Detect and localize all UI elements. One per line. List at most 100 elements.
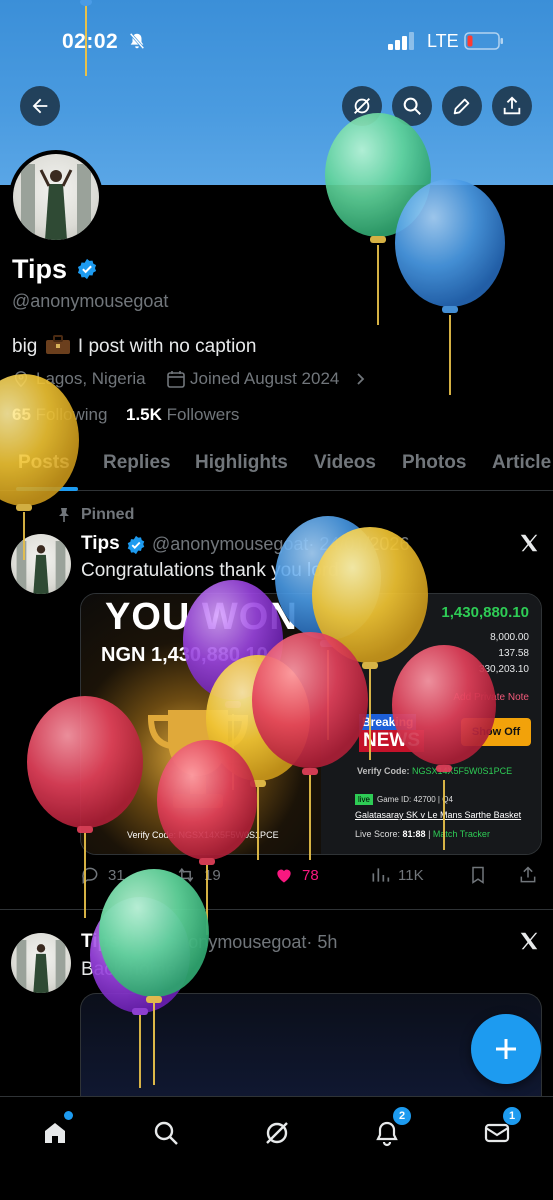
search-icon — [154, 1121, 178, 1145]
private-note-link: Add Private Note — [453, 692, 529, 703]
x-logo-icon[interactable] — [518, 532, 540, 554]
verified-badge-icon — [127, 535, 145, 555]
notifications-badge: 2 — [393, 1107, 411, 1125]
share-icon — [520, 866, 536, 883]
tab-articles[interactable]: Article — [492, 452, 551, 474]
verify-code-right: Verify Code: NGSX14X5F5W0S1PCE — [357, 766, 512, 776]
live-score: Live Score: 81:88 | Match Tracker — [355, 829, 490, 839]
nav-grok[interactable] — [257, 1113, 297, 1153]
reply-icon — [82, 867, 98, 884]
win-banner-image: YOU WON NGN 1,430,880.10 Verify Code: NG… — [81, 594, 321, 854]
pin-icon — [59, 508, 69, 522]
network-type: LTE — [427, 31, 459, 51]
following-link[interactable]: 65 Following — [12, 405, 107, 425]
nav-messages[interactable]: 1 — [477, 1107, 521, 1153]
pencil-icon — [453, 98, 470, 115]
post-timestamp: · 24/01/2026 — [308, 534, 410, 554]
post-handle-text: @anonymousegoat — [152, 534, 309, 554]
tab-videos[interactable]: Videos — [314, 452, 376, 474]
nav-search[interactable] — [146, 1113, 186, 1153]
post-author-handle[interactable]: @anonymousegoat· 5h — [150, 932, 337, 953]
post-text: Back home — [81, 959, 177, 980]
bet-stake: 8,000.00 — [490, 632, 529, 643]
views-chart-icon — [372, 868, 390, 882]
post-divider — [0, 909, 553, 910]
tab-posts[interactable]: Posts — [18, 452, 70, 474]
nav-home[interactable] — [35, 1111, 75, 1153]
bookmark-icon — [472, 866, 484, 884]
match-tracker: Match Tracker — [432, 829, 490, 839]
search-button[interactable] — [392, 86, 432, 126]
chevron-right-icon[interactable] — [355, 372, 367, 386]
news-label: NEWS — [359, 730, 424, 752]
nav-notifications[interactable]: 2 — [367, 1107, 411, 1153]
bet-odds: 137.58 — [498, 648, 529, 659]
post-avatar[interactable] — [11, 933, 71, 993]
repost-icon — [178, 867, 194, 883]
post-avatar[interactable] — [11, 534, 71, 594]
post-text: Congratulations thank you lord — [81, 560, 339, 581]
win-headline: YOU WON — [105, 596, 298, 638]
game-id: Game ID: 42700 | Q4 — [377, 795, 453, 804]
live-score-value: 81:88 — [402, 829, 426, 839]
followers-link[interactable]: 1.5K Followers — [126, 405, 239, 425]
cell-signal-icon — [388, 32, 414, 50]
tab-photos[interactable]: Photos — [402, 452, 466, 474]
bottom-navigation: 2 1 — [0, 1096, 553, 1200]
compose-button[interactable] — [471, 1014, 541, 1084]
reply-button[interactable]: 31 — [80, 862, 125, 888]
followers-count: 1.5K — [126, 405, 162, 424]
bio-text-end: I post with no caption — [77, 336, 257, 357]
like-button[interactable]: 78 — [274, 862, 319, 888]
profile-avatar[interactable] — [9, 150, 103, 244]
silent-mode-icon — [129, 32, 145, 50]
views-count: 11K — [398, 866, 424, 884]
share-icon — [503, 96, 521, 115]
bet-total: 330,203.10 — [478, 664, 529, 675]
back-button[interactable] — [20, 86, 60, 126]
following-count: 65 — [12, 405, 31, 424]
profile-location: Lagos, Nigeria — [36, 369, 146, 388]
edit-button[interactable] — [442, 86, 482, 126]
profile-joined: Joined August 2024 — [190, 369, 340, 388]
grok-icon — [354, 98, 370, 114]
x-logo-icon[interactable] — [518, 930, 540, 952]
post-share-button[interactable] — [518, 862, 546, 888]
trophy-icon — [147, 710, 249, 808]
post-author-name[interactable]: Tips — [81, 931, 120, 953]
clock: 02:02 — [62, 30, 119, 53]
status-bar: 02:02 LTE — [0, 26, 553, 58]
share-button[interactable] — [492, 86, 532, 126]
battery-icon — [464, 32, 503, 50]
tab-replies[interactable]: Replies — [103, 452, 171, 474]
like-count: 78 — [302, 866, 319, 884]
post-author-handle[interactable]: @anonymousegoat· 24/01/2026 — [152, 534, 409, 555]
live-score-label: Live Score: — [355, 829, 401, 839]
bookmark-button[interactable] — [468, 862, 496, 888]
breaking-label: Breaking — [359, 714, 417, 730]
live-badge: live — [355, 794, 374, 805]
bio-text-start: big — [12, 336, 38, 357]
reply-count: 31 — [108, 866, 125, 884]
tab-highlights[interactable]: Highlights — [195, 452, 288, 474]
win-amount: NGN 1,430,880.10 — [101, 644, 268, 666]
post-media[interactable]: YOU WON NGN 1,430,880.10 Verify Code: NG… — [80, 593, 542, 855]
grok-button[interactable] — [342, 86, 382, 126]
following-label: Following — [35, 405, 108, 424]
verify-code-label: Verify Code: — [357, 766, 410, 776]
show-off-button: Show Off — [461, 718, 531, 746]
post-author-name[interactable]: Tips — [81, 533, 120, 555]
post-actions: 31 19 78 11K — [80, 862, 540, 888]
profile-name: Tips — [12, 254, 68, 284]
verified-badge-icon[interactable] — [76, 258, 98, 280]
location-icon — [14, 371, 28, 388]
messages-badge: 1 — [503, 1107, 521, 1125]
repost-button[interactable]: 19 — [176, 862, 221, 888]
bet-slip-image: 1,430,880.10 8,000.00 137.58 330,203.10 … — [321, 594, 541, 854]
briefcase-emoji-icon — [45, 335, 70, 354]
views-button[interactable]: 11K — [370, 862, 424, 888]
heart-filled-icon — [277, 869, 291, 883]
followers-label: Followers — [166, 405, 240, 424]
repost-count: 19 — [204, 866, 221, 884]
active-tab-indicator — [16, 487, 78, 491]
